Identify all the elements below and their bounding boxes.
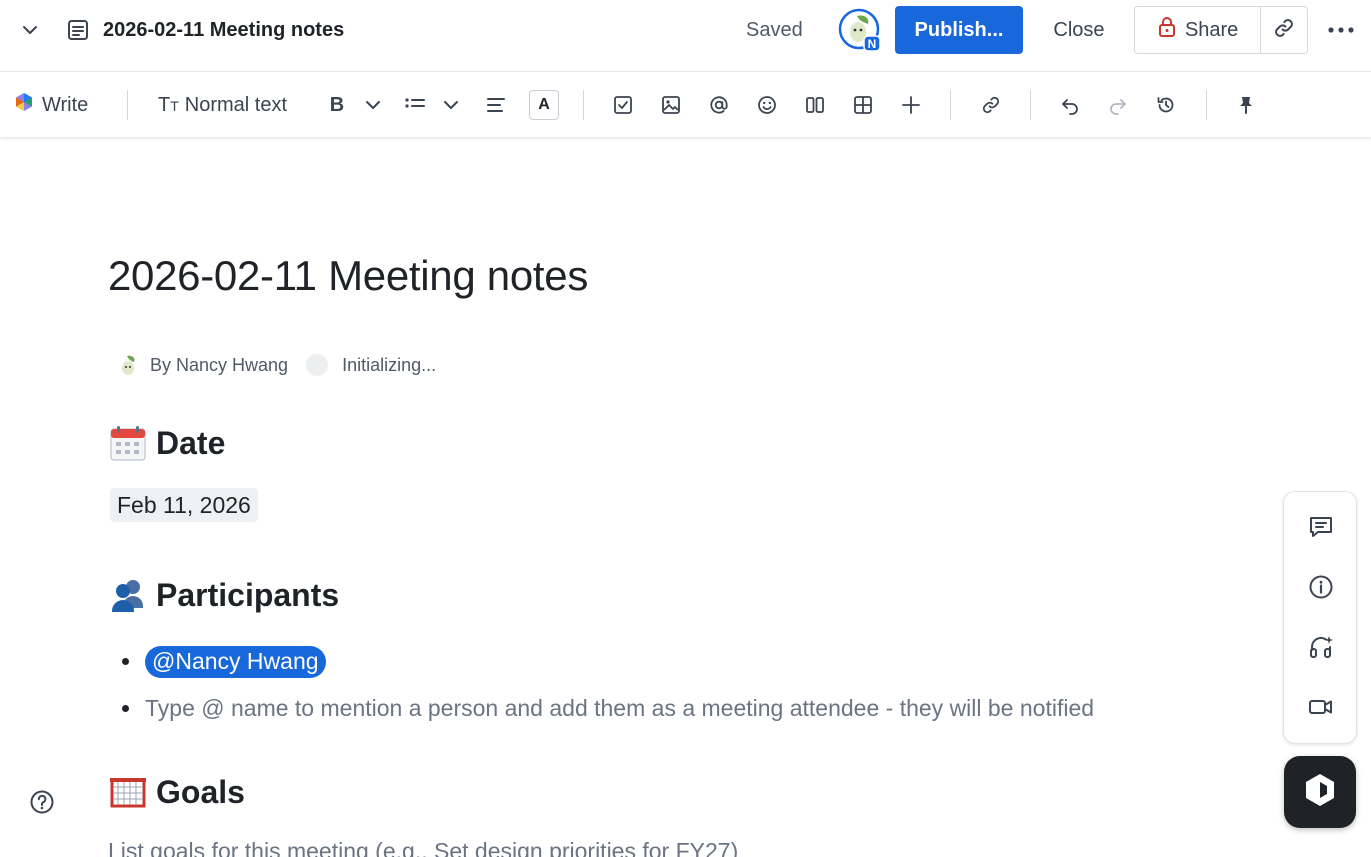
editor-toolbar: Write TT Normal text B A: [0, 71, 1371, 137]
plus-icon[interactable]: [894, 72, 928, 138]
ai-write-icon: [14, 92, 34, 118]
people-icon: [108, 575, 148, 615]
checkbox-icon[interactable]: [606, 72, 640, 138]
collapse-chevron-icon[interactable]: [16, 16, 44, 44]
toolbar-divider: [1030, 90, 1031, 120]
bullet-dot: [122, 658, 129, 665]
rovo-logo-icon: [1302, 772, 1338, 813]
participants-list: @Nancy Hwang Type @ name to mention a pe…: [122, 638, 1094, 732]
redo-icon[interactable]: [1101, 72, 1135, 138]
link-icon: [1273, 17, 1295, 44]
more-actions-icon[interactable]: [1322, 14, 1360, 46]
text-style-dropdown[interactable]: TT Normal text: [158, 72, 287, 138]
heading-participants: Participants: [108, 575, 339, 615]
toolbar-divider: [950, 90, 951, 120]
text-color-button[interactable]: A: [527, 72, 561, 138]
layout-icon[interactable]: [798, 72, 832, 138]
share-label: Share: [1184, 18, 1239, 41]
close-button[interactable]: Close: [1038, 6, 1120, 54]
rovo-assistant-button[interactable]: [1284, 756, 1356, 828]
mention-icon[interactable]: [702, 72, 736, 138]
write-mode-button[interactable]: Write: [14, 72, 88, 138]
lock-icon: [1157, 16, 1177, 44]
byline-author[interactable]: By Nancy Hwang: [150, 355, 288, 376]
more-formatting-chevron-icon[interactable]: [356, 72, 390, 138]
user-avatar[interactable]: N: [838, 8, 882, 52]
share-group: Share: [1134, 6, 1308, 54]
text-color-icon: A: [529, 90, 559, 120]
help-icon[interactable]: [28, 788, 56, 816]
share-button[interactable]: Share: [1135, 7, 1262, 53]
text-align-icon[interactable]: [479, 72, 513, 138]
bold-button[interactable]: B: [320, 72, 354, 138]
calendar-icon: [108, 423, 148, 463]
link-icon[interactable]: [974, 72, 1008, 138]
heading-date-label: Date: [156, 425, 226, 461]
copy-link-button[interactable]: [1261, 7, 1307, 53]
write-label: Write: [42, 93, 89, 116]
image-icon[interactable]: [654, 72, 688, 138]
heading-goals-label: Goals: [156, 774, 245, 810]
top-bar: 2026-02-11 Meeting notes Saved N Publish…: [0, 0, 1371, 60]
bullet-list-icon[interactable]: [398, 72, 432, 138]
status-indicator-icon: [306, 354, 329, 376]
side-panel: [1283, 491, 1357, 744]
page-icon: [64, 16, 92, 44]
save-status: Saved: [746, 19, 803, 41]
heading-participants-label: Participants: [156, 577, 340, 613]
heading-goals: Goals: [108, 772, 245, 812]
toolbar-divider: [1206, 90, 1207, 120]
document-title[interactable]: 2026-02-11 Meeting notes: [108, 250, 588, 302]
text-style-label: Normal text: [184, 93, 288, 116]
list-options-chevron-icon[interactable]: [434, 72, 468, 138]
goal-net-icon: [108, 772, 148, 812]
goals-placeholder[interactable]: List goals for this meeting (e.g., Set d…: [108, 838, 738, 857]
pin-icon[interactable]: [1229, 72, 1263, 138]
toolbar-divider: [583, 90, 584, 120]
byline: By Nancy Hwang Initializing...: [116, 351, 436, 379]
comments-icon[interactable]: [1302, 508, 1340, 546]
history-icon[interactable]: [1149, 72, 1183, 138]
video-icon[interactable]: [1302, 688, 1340, 726]
editor-content: 2026-02-11 Meeting notes By Nancy Hwang …: [0, 138, 1371, 857]
bold-icon: B: [329, 93, 345, 116]
list-item[interactable]: Type @ name to mention a person and add …: [122, 685, 1094, 732]
undo-icon[interactable]: [1053, 72, 1087, 138]
text-style-icon: TT: [158, 93, 179, 116]
author-avatar: [116, 353, 140, 377]
list-item: @Nancy Hwang: [122, 638, 1094, 685]
header-page-title: 2026-02-11 Meeting notes: [103, 19, 345, 41]
heading-date: Date: [108, 423, 225, 463]
publish-button[interactable]: Publish...: [895, 6, 1023, 54]
byline-status: Initializing...: [342, 354, 437, 375]
table-icon[interactable]: [846, 72, 880, 138]
participants-placeholder[interactable]: Type @ name to mention a person and add …: [145, 695, 1094, 722]
ai-headphones-icon[interactable]: [1302, 628, 1340, 666]
mention-chip[interactable]: @Nancy Hwang: [145, 645, 326, 678]
bullet-dot: [122, 705, 129, 712]
avatar-badge: N: [868, 37, 877, 51]
emoji-icon[interactable]: [750, 72, 784, 138]
date-chip[interactable]: Feb 11, 2026: [110, 488, 258, 522]
info-icon[interactable]: [1302, 568, 1340, 606]
toolbar-divider: [127, 90, 128, 120]
